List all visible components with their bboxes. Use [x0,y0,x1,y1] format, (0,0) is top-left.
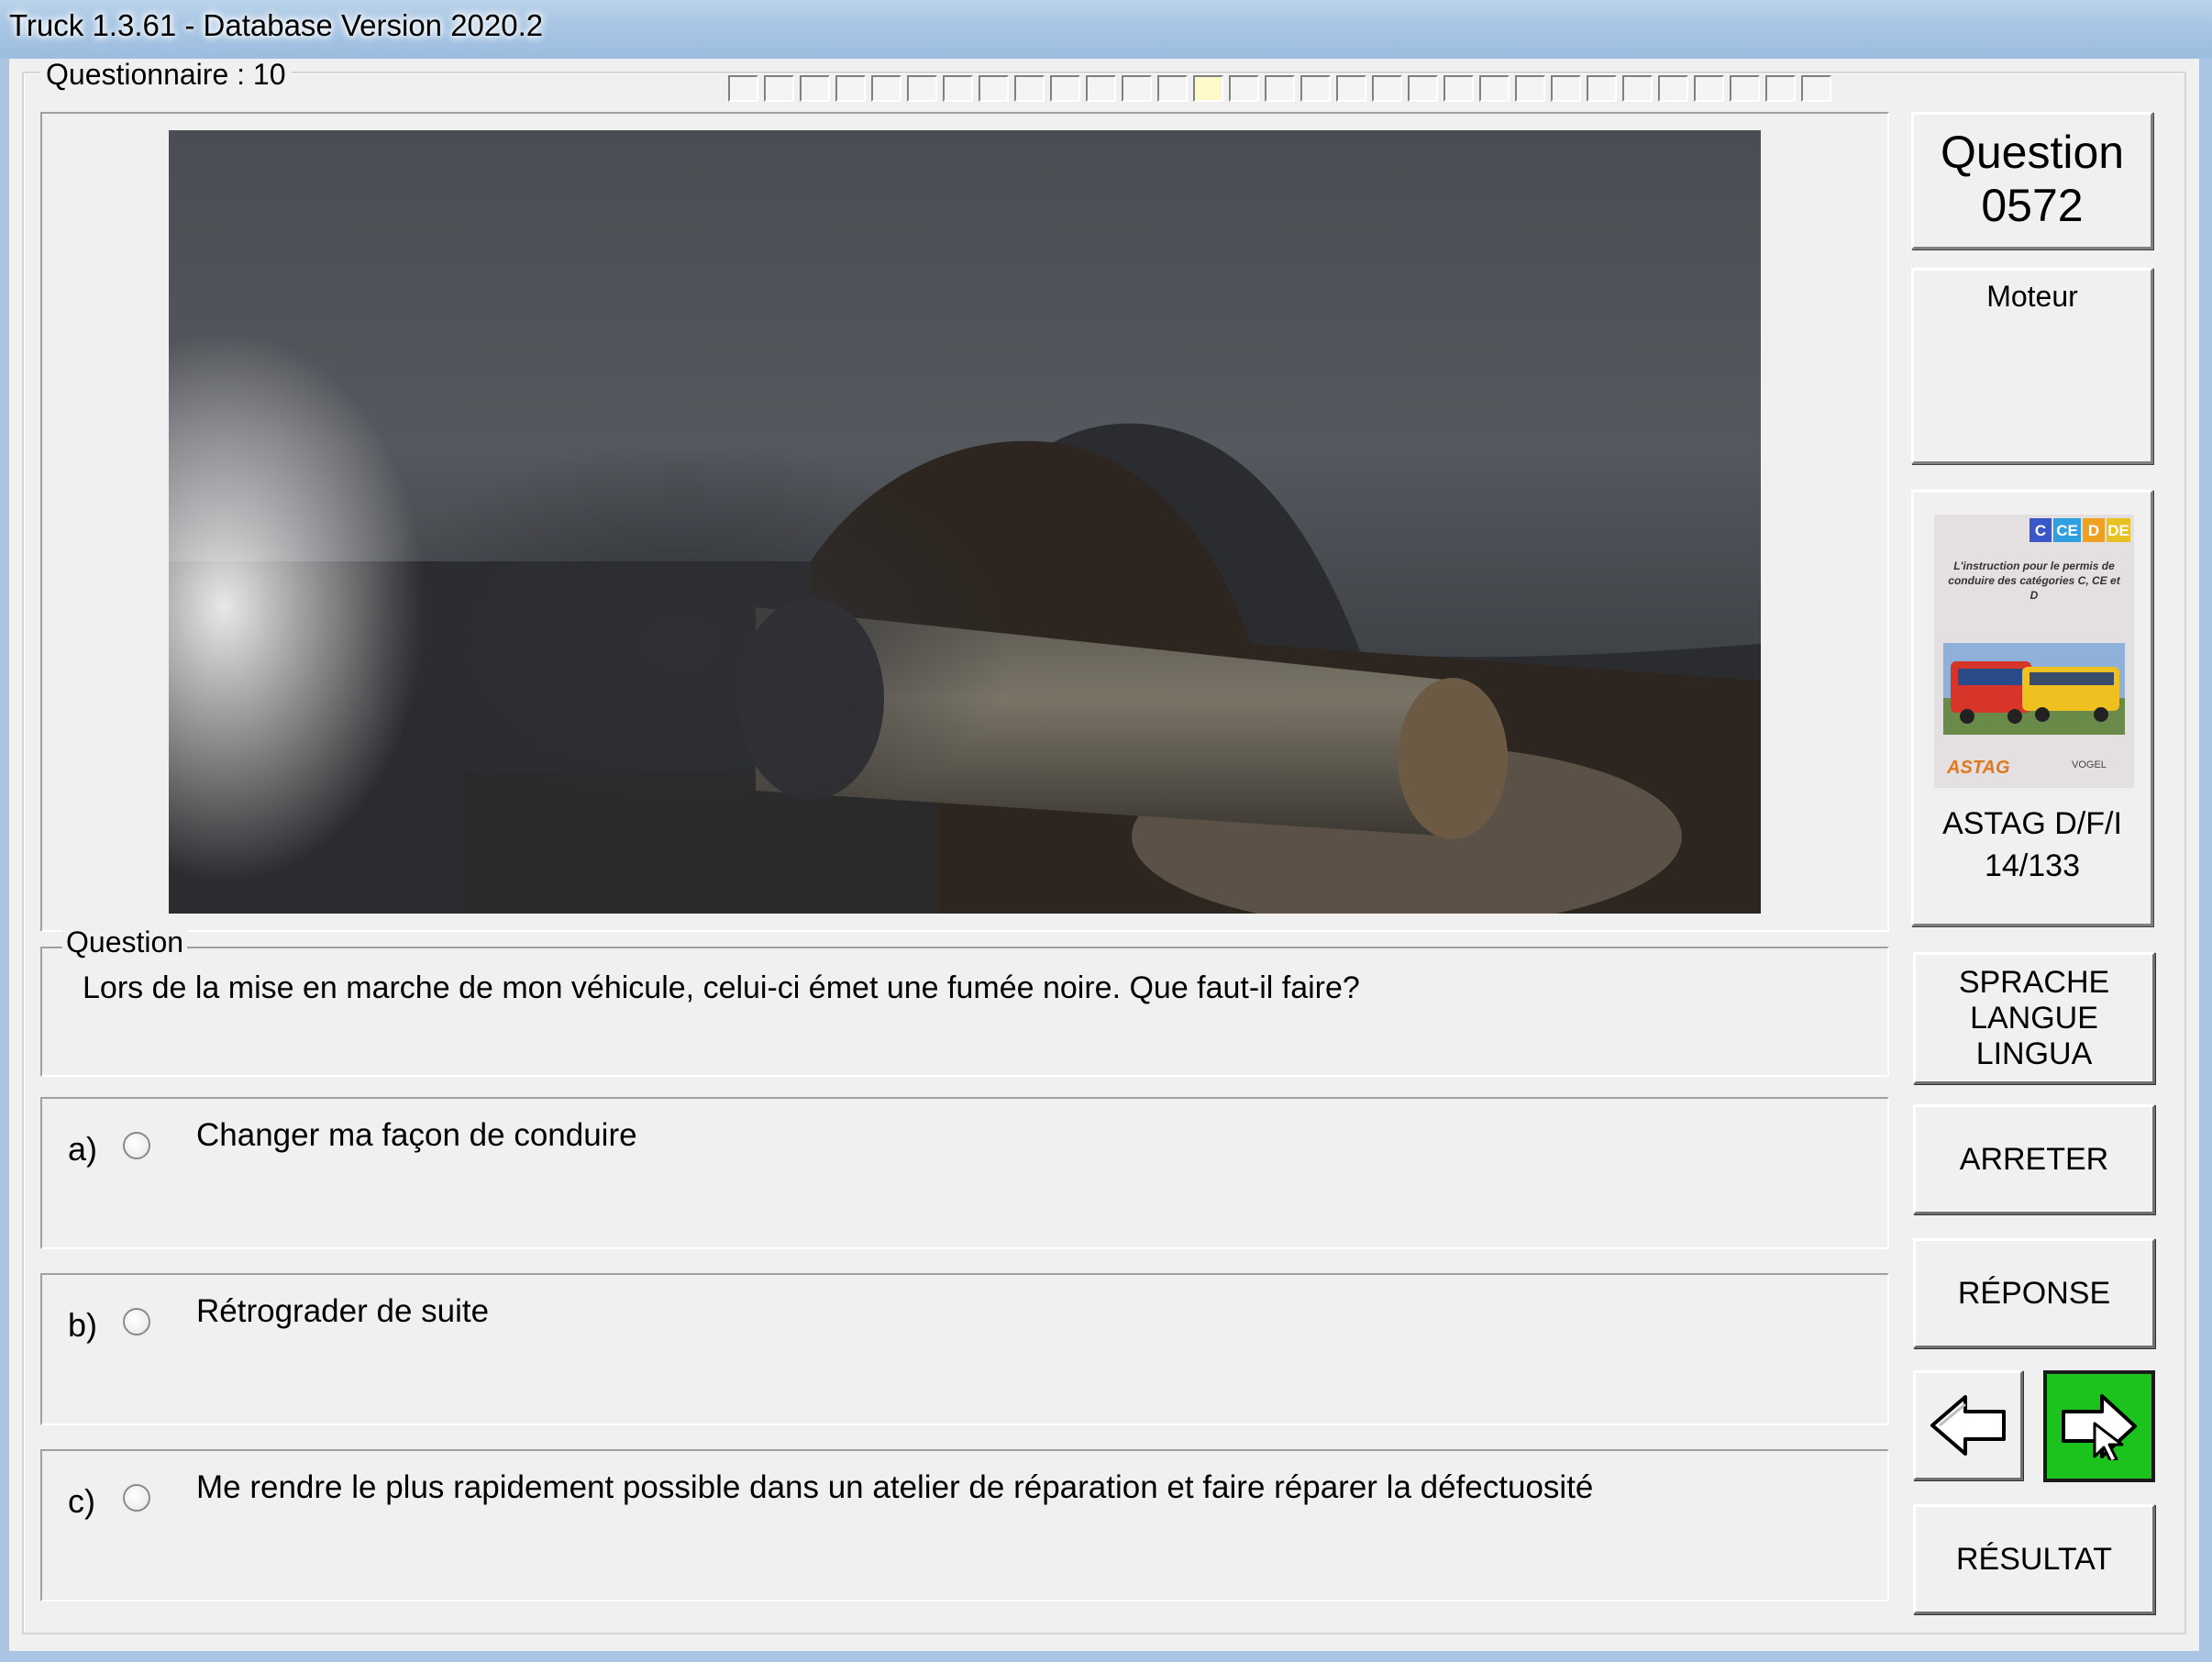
progress-cell [1730,75,1760,102]
book-panel: C CE D DE L'instruction pour le permis d… [1911,490,2153,926]
astag-logo: ASTAG [1946,758,2010,778]
arrow-right-icon [2062,1394,2137,1460]
progress-cell [943,75,973,102]
progress-cell [1765,75,1796,102]
badge-d: D [2088,522,2099,539]
answer-b[interactable]: b) Rétrograder de suite [40,1273,1889,1425]
book-title: ASTAG D/F/I [1942,806,2122,841]
progress-cell [764,75,794,102]
answer-text: Changer ma façon de conduire [196,1117,637,1153]
progress-cell [1587,75,1617,102]
progress-cell [1408,75,1438,102]
progress-cell [1050,75,1080,102]
answer-a[interactable]: a) Changer ma façon de conduire [40,1097,1889,1249]
language-label-fr: LANGUE [1970,1000,2098,1036]
progress-cell [1658,75,1688,102]
answer-button[interactable]: RÉPONSE [1913,1238,2155,1348]
exhaust-pipe-photo-icon [169,130,1761,914]
question-legend: Question [62,925,188,959]
answer-a-radio[interactable] [123,1132,150,1159]
answer-text: Rétrograder de suite [196,1293,490,1329]
book-cover-icon: C CE D DE L'instruction pour le permis d… [1934,515,2134,788]
progress-cell [1336,75,1366,102]
vogel-logo: VOGEL [2072,759,2107,770]
progress-cell [1622,75,1653,102]
question-image [169,130,1761,914]
answer-c-radio[interactable] [123,1484,150,1512]
badge-c: C [2035,522,2046,539]
badge-ce: CE [2056,522,2078,539]
book-cover-image: C CE D DE L'instruction pour le permis d… [1934,515,2134,788]
answer-c[interactable]: c) Me rendre le plus rapidement possible… [40,1449,1889,1601]
next-button[interactable] [2043,1370,2155,1482]
progress-cell [1551,75,1581,102]
progress-cell [1122,75,1152,102]
badge-de: DE [2107,522,2129,539]
progress-cell-current [1193,75,1223,102]
progress-cell [728,75,758,102]
language-label-it: LINGUA [1975,1036,2093,1071]
book-page: 14/133 [1985,848,2080,883]
progress-cell [907,75,937,102]
progress-cell [1694,75,1724,102]
answer-letter: b) [68,1306,98,1344]
book-cover-text: L'instruction pour le permis de conduire… [1948,560,2120,602]
client-area: Questionnaire : 10 Question Lors de la m… [9,59,2199,1651]
previous-button[interactable] [1913,1370,2023,1480]
answer-text: Me rendre le plus rapidement possible da… [196,1469,1594,1505]
progress-cell [1515,75,1545,102]
progress-cell [979,75,1009,102]
answer-b-radio[interactable] [123,1308,150,1335]
question-number: 0572 [1981,180,2084,231]
window-title: Truck 1.3.61 - Database Version 2020.2 [9,8,544,42]
result-button[interactable]: RÉSULTAT [1913,1504,2155,1614]
progress-cell [1086,75,1116,102]
question-text: Lors de la mise en marche de mon véhicul… [83,970,1360,1005]
progress-cell [1479,75,1510,102]
progress-cell [1372,75,1402,102]
progress-cell [1801,75,1831,102]
progress-cell [800,75,830,102]
progress-cell [835,75,866,102]
progress-cell [1443,75,1474,102]
category-panel: Moteur [1911,268,2153,464]
category-label: Moteur [1986,280,2078,313]
arrow-left-icon [1930,1395,2006,1456]
progress-cell [1265,75,1295,102]
progress-cell [871,75,901,102]
question-word: Question [1940,127,2125,178]
progress-indicator [728,75,1837,103]
progress-cell [1300,75,1331,102]
app-window: Truck 1.3.61 - Database Version 2020.2 Q… [0,0,2212,1662]
question-number-panel: Question 0572 [1911,112,2153,249]
answer-letter: c) [68,1482,95,1520]
answer-letter: a) [68,1130,98,1168]
progress-cell [1014,75,1045,102]
language-label-de: SPRACHE [1958,964,2110,1000]
window-frame-bottom [0,1651,2212,1662]
window-frame-left [0,59,9,1662]
stop-button[interactable]: ARRETER [1913,1104,2155,1214]
questionnaire-label: Questionnaire : 10 [40,59,292,90]
title-bar[interactable]: Truck 1.3.61 - Database Version 2020.2 [0,0,2212,59]
progress-cell [1229,75,1259,102]
progress-cell [1157,75,1188,102]
window-frame-right [2199,59,2212,1662]
book-caption: ASTAG D/F/I 14/133 [1914,803,2151,887]
language-button[interactable]: SPRACHE LANGUE LINGUA [1913,952,2155,1084]
question-box [40,947,1889,1077]
